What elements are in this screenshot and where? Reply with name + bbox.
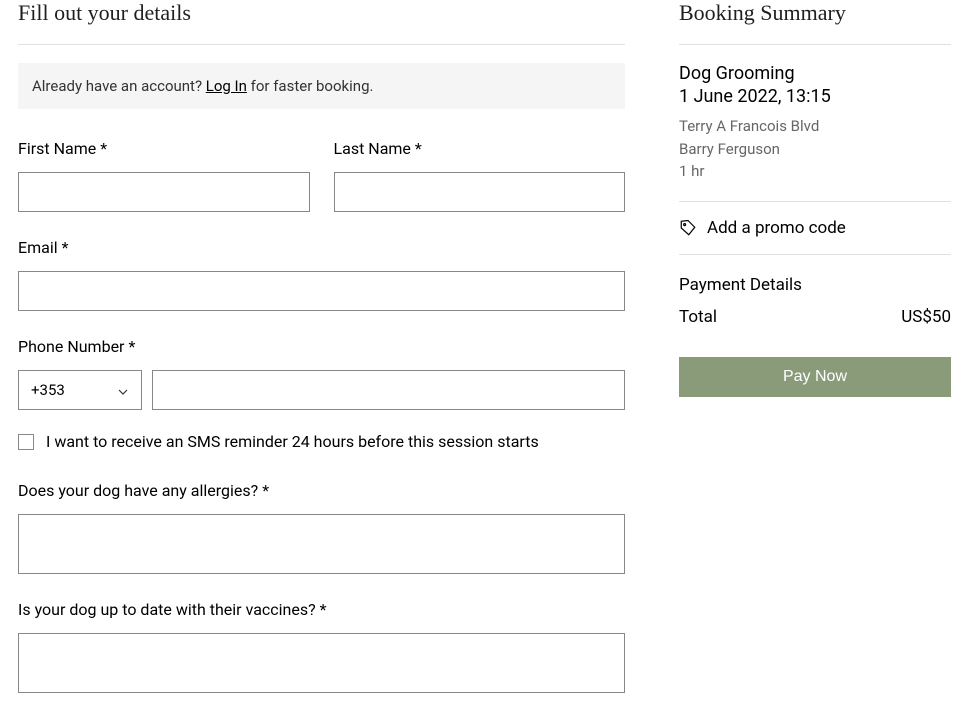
tag-icon (679, 219, 697, 237)
first-name-label: First Name * (18, 139, 310, 158)
payment-details-title: Payment Details (679, 275, 951, 295)
last-name-input[interactable] (334, 172, 626, 212)
vaccines-label: Is your dog up to date with their vaccin… (18, 600, 625, 619)
summary-service: Dog Grooming (679, 63, 951, 84)
form-title: Fill out your details (18, 0, 625, 26)
allergies-input[interactable] (18, 514, 625, 574)
phone-number-input[interactable] (152, 370, 625, 410)
phone-code-select[interactable]: +353 (18, 370, 142, 410)
email-input[interactable] (18, 271, 625, 311)
allergies-label: Does your dog have any allergies? * (18, 481, 625, 500)
last-name-label: Last Name * (334, 139, 626, 158)
sms-reminder-checkbox[interactable] (18, 434, 34, 450)
phone-label: Phone Number * (18, 337, 625, 356)
summary-staff: Barry Ferguson (679, 138, 951, 161)
summary-datetime: 1 June 2022, 13:15 (679, 86, 951, 107)
summary-location: Terry A Francois Blvd (679, 115, 951, 138)
first-name-input[interactable] (18, 172, 310, 212)
vaccines-input[interactable] (18, 633, 625, 693)
total-amount: US$50 (901, 307, 951, 327)
chevron-down-icon (117, 384, 129, 396)
login-banner: Already have an account? Log In for fast… (18, 63, 625, 109)
summary-title: Booking Summary (679, 0, 951, 26)
promo-label: Add a promo code (707, 218, 846, 238)
phone-code-value: +353 (31, 381, 65, 399)
pay-now-button[interactable]: Pay Now (679, 357, 951, 397)
login-prompt-before: Already have an account? (32, 77, 206, 95)
divider (679, 44, 951, 45)
divider (18, 44, 625, 45)
promo-code-button[interactable]: Add a promo code (679, 201, 951, 255)
summary-duration: 1 hr (679, 160, 951, 183)
login-link[interactable]: Log In (206, 77, 247, 95)
email-label: Email * (18, 238, 625, 257)
login-prompt-after: for faster booking. (247, 77, 374, 95)
total-label: Total (679, 307, 717, 327)
sms-reminder-label: I want to receive an SMS reminder 24 hou… (46, 432, 539, 451)
